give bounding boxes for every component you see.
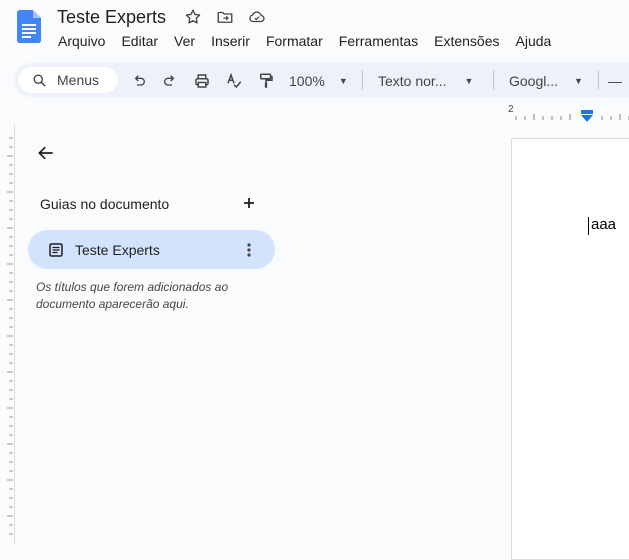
document-tabs-heading: Guias no documento xyxy=(40,196,170,212)
menu-editar[interactable]: Editar xyxy=(121,33,158,49)
headings-hint-text: Os títulos que forem adicionados ao docu… xyxy=(36,280,229,311)
more-vert-icon[interactable] xyxy=(242,241,256,259)
text-style-select[interactable]: Texto nor... ▼ xyxy=(378,69,473,93)
move-folder-icon[interactable] xyxy=(215,7,235,27)
zoom-select[interactable]: 100% ▼ xyxy=(289,69,348,93)
document-page[interactable] xyxy=(511,138,629,560)
search-menus-input[interactable]: Menus xyxy=(18,67,118,93)
chevron-down-icon: ▼ xyxy=(464,76,474,86)
menu-bar: Arquivo Editar Ver Inserir Formatar Ferr… xyxy=(58,33,567,49)
vertical-ruler-ticks xyxy=(7,137,13,535)
add-tab-icon[interactable] xyxy=(241,195,257,211)
text-style-value: Texto nor... xyxy=(378,73,447,89)
document-body-text[interactable]: aaa xyxy=(591,216,616,233)
toolbar-divider xyxy=(493,70,494,90)
undo-icon[interactable] xyxy=(129,69,149,93)
menu-ver[interactable]: Ver xyxy=(174,33,195,49)
font-value: Googl... xyxy=(509,73,559,89)
search-icon xyxy=(33,74,46,87)
menu-arquivo[interactable]: Arquivo xyxy=(58,33,105,49)
redo-icon[interactable] xyxy=(160,69,180,93)
docs-logo-icon[interactable] xyxy=(17,10,41,43)
print-icon[interactable] xyxy=(191,69,213,93)
document-title[interactable]: Teste Experts xyxy=(57,7,166,28)
horizontal-ruler[interactable]: 2 xyxy=(506,104,629,124)
star-icon[interactable] xyxy=(183,7,203,27)
paint-format-icon[interactable] xyxy=(256,69,276,93)
chevron-down-icon: ▼ xyxy=(338,76,348,86)
search-placeholder: Menus xyxy=(57,72,100,88)
zoom-value: 100% xyxy=(289,73,325,89)
font-select[interactable]: Googl... ▼ xyxy=(509,69,583,93)
font-size-decrease-button[interactable]: — xyxy=(608,69,622,93)
menu-inserir[interactable]: Inserir xyxy=(211,33,250,49)
vertical-ruler[interactable] xyxy=(0,124,15,544)
text-cursor xyxy=(588,217,589,235)
minus-icon: — xyxy=(608,73,622,89)
menu-formatar[interactable]: Formatar xyxy=(266,33,323,49)
document-tab-label[interactable]: Teste Experts xyxy=(75,242,160,258)
spellcheck-icon[interactable] xyxy=(224,69,244,93)
chevron-down-icon: ▼ xyxy=(574,76,583,86)
menu-extensoes[interactable]: Extensões xyxy=(434,33,499,49)
toolbar-divider xyxy=(362,70,363,90)
document-tab-icon xyxy=(49,243,63,257)
ruler-ticks xyxy=(515,114,629,120)
menu-ferramentas[interactable]: Ferramentas xyxy=(339,33,418,49)
cloud-saved-icon[interactable] xyxy=(247,7,267,27)
menu-ajuda[interactable]: Ajuda xyxy=(516,33,552,49)
back-arrow-icon[interactable] xyxy=(36,143,56,163)
indent-marker-icon[interactable] xyxy=(581,110,593,124)
toolbar-divider xyxy=(598,70,599,90)
